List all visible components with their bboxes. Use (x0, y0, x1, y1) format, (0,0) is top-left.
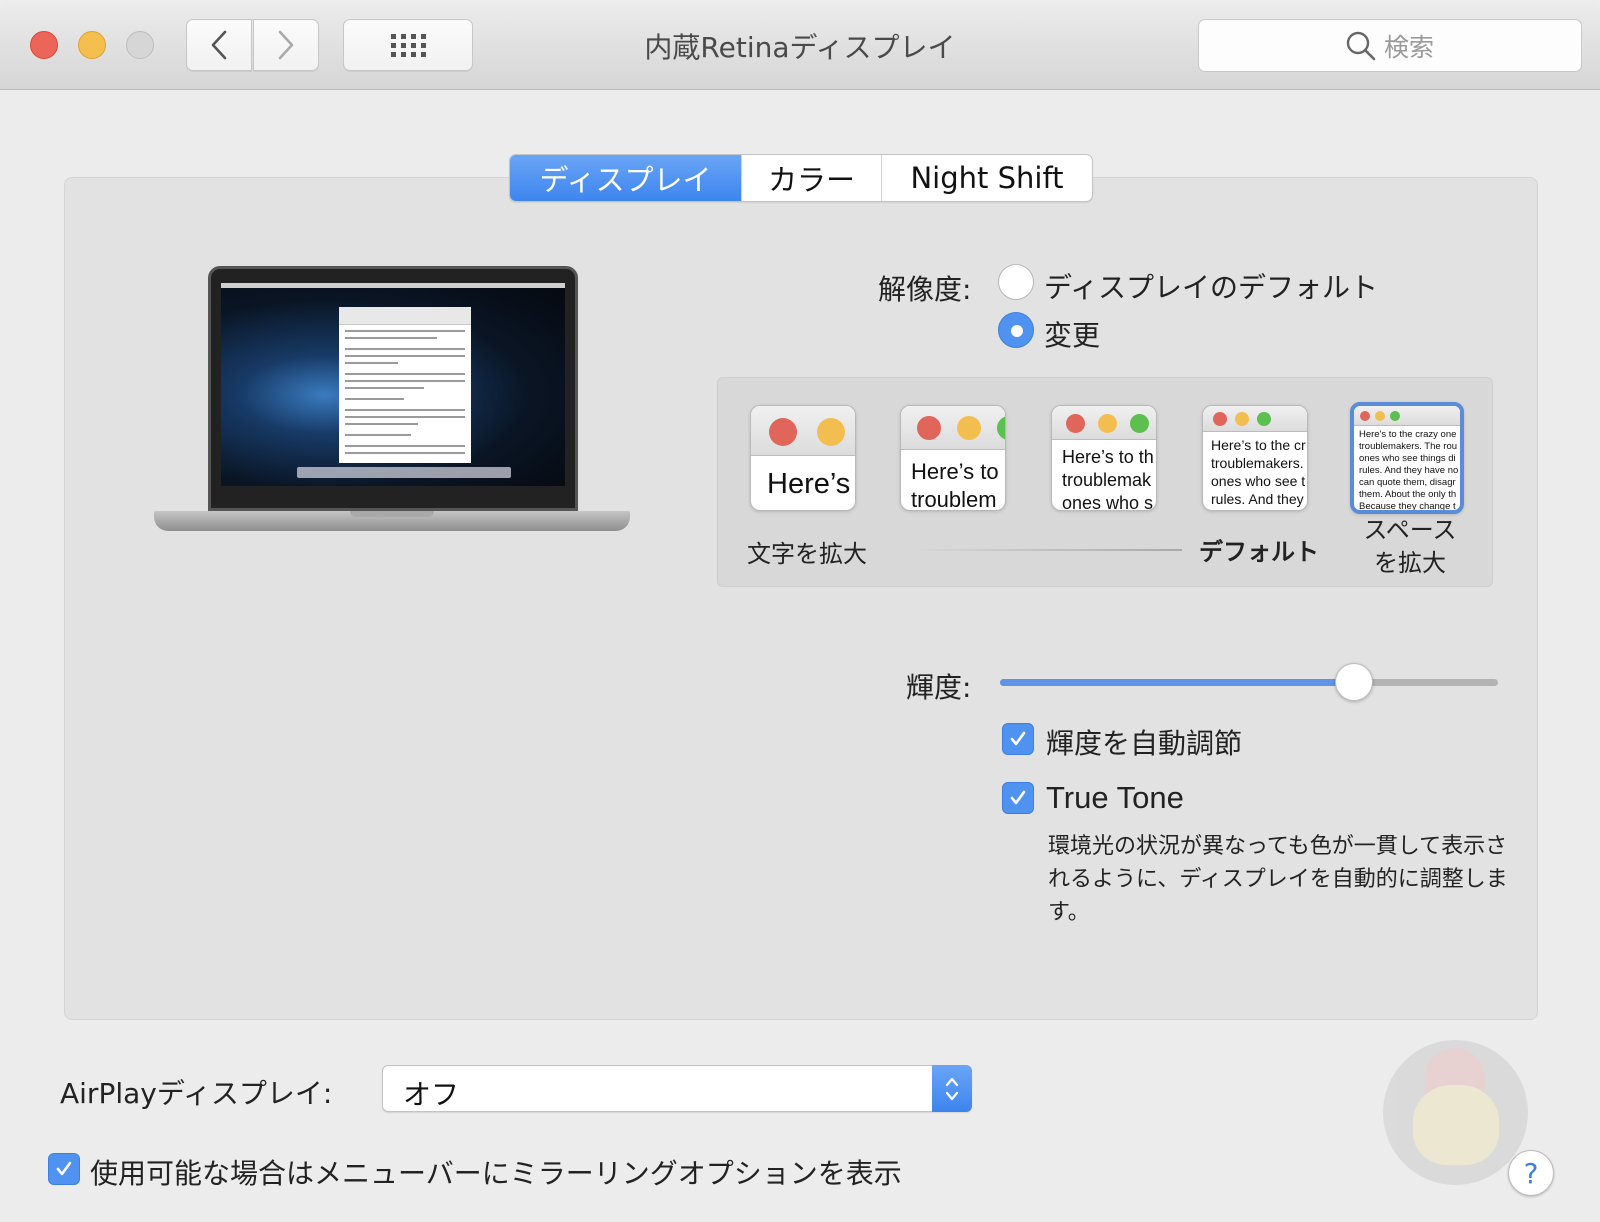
auto-brightness-label[interactable]: 輝度を自動調節 (1046, 722, 1242, 762)
scale-option-2[interactable]: Here’s to troublem (900, 405, 1006, 511)
checkmark-icon (1010, 731, 1026, 746)
true-tone-description: 環境光の状況が異なっても色が一貫して表示されるように、ディスプレイを自動的に調整… (1048, 834, 1508, 925)
tab-night-shift[interactable]: Night Shift (882, 155, 1092, 201)
watermark-monkey-logo (1383, 1040, 1528, 1185)
help-button[interactable]: ? (1508, 1150, 1554, 1196)
chevron-right-icon (278, 30, 294, 60)
scale-divider (912, 549, 1182, 551)
radio-display-default[interactable] (998, 264, 1034, 300)
document-window-preview (339, 307, 471, 463)
airplay-display-select[interactable]: オフ (382, 1065, 972, 1112)
scale-label-more-space: スペース を拡大 (1363, 516, 1457, 577)
search-field[interactable]: 検索 (1198, 19, 1582, 72)
airplay-display-value: オフ (403, 1078, 460, 1111)
brightness-slider[interactable] (1000, 663, 1498, 701)
scale-option-5-preview-text: Here's to the crazy one troublemakers. T… (1359, 429, 1459, 512)
scale-option-2-preview-text: Here’s to troublem (911, 459, 999, 511)
auto-brightness-checkbox[interactable] (1002, 723, 1034, 755)
laptop-base (154, 511, 630, 531)
show-all-button[interactable] (343, 19, 473, 71)
resolution-label: 解像度: (878, 273, 972, 306)
true-tone-checkbox[interactable] (1002, 782, 1034, 814)
select-stepper-icon (932, 1065, 972, 1112)
window-title: 内蔵Retinaディスプレイ (644, 31, 956, 64)
radio-display-default-label[interactable]: ディスプレイのデフォルト (1044, 266, 1378, 306)
forward-button[interactable] (253, 19, 319, 71)
checkmark-icon (56, 1161, 72, 1176)
radio-scaled[interactable] (998, 312, 1034, 348)
scale-label-larger-text: 文字を拡大 (747, 540, 867, 568)
dock-preview (297, 467, 511, 478)
back-button[interactable] (186, 19, 252, 71)
mirroring-label[interactable]: 使用可能な場合はメニューバーにミラーリングオプションを表示 (90, 1152, 902, 1192)
radio-scaled-label[interactable]: 変更 (1044, 314, 1100, 354)
tab-bar: ディスプレイ カラー Night Shift (509, 154, 1093, 202)
laptop-lid (208, 266, 578, 511)
airplay-display-label: AirPlayディスプレイ: (60, 1077, 333, 1110)
scale-option-3-preview-text: Here’s to th troublemak ones who s (1062, 447, 1154, 511)
scale-option-4-preview-text: Here’s to the cr troublemakers. ones who… (1211, 437, 1306, 507)
title-bar: 内蔵Retinaディスプレイ 検索 (0, 0, 1600, 90)
chevron-left-icon (211, 30, 227, 60)
scale-option-1-preview-text: Here’s (767, 468, 851, 500)
zoom-button (126, 31, 154, 59)
brightness-slider-thumb[interactable] (1334, 663, 1373, 701)
search-icon (1346, 31, 1376, 60)
grid-icon (391, 34, 426, 57)
minimize-button[interactable] (78, 31, 106, 59)
search-placeholder: 検索 (1383, 32, 1434, 62)
mirroring-checkbox[interactable] (48, 1153, 80, 1185)
true-tone-label[interactable]: True Tone (1046, 780, 1184, 816)
tab-display[interactable]: ディスプレイ (510, 155, 742, 201)
laptop-screen (221, 283, 565, 486)
scale-option-1[interactable]: Here’s (750, 405, 856, 511)
macbook-illustration (154, 266, 630, 548)
checkmark-icon (1010, 790, 1026, 805)
scale-label-default: デフォルト (1199, 538, 1319, 566)
scale-option-4[interactable]: Here’s to the cr troublemakers. ones who… (1202, 405, 1308, 511)
brightness-label: 輝度: (906, 671, 972, 704)
tab-color[interactable]: カラー (742, 155, 882, 201)
scale-option-3[interactable]: Here’s to th troublemak ones who s (1051, 405, 1157, 511)
brightness-slider-fill (1000, 679, 1354, 686)
scale-option-5-selected[interactable]: Here's to the crazy one troublemakers. T… (1350, 402, 1464, 514)
close-button[interactable] (30, 31, 58, 59)
